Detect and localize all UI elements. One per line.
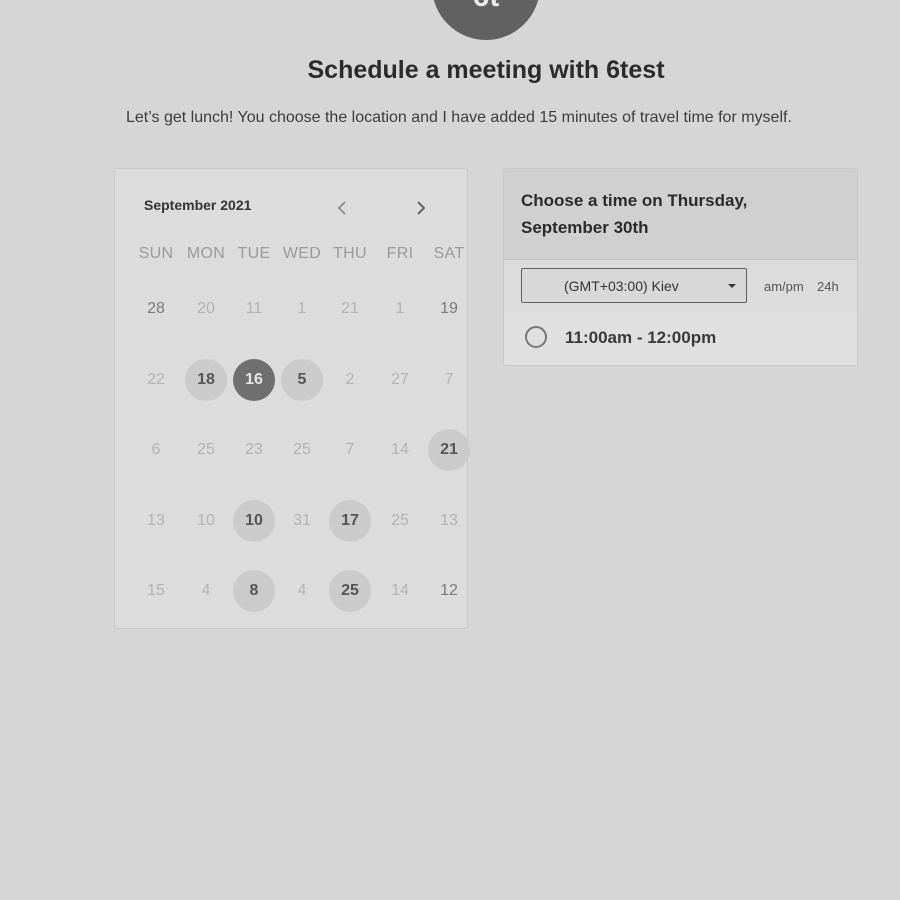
calendar-day[interactable]: 21 [428,429,470,471]
calendar-day: 20 [197,300,215,317]
scheduling-page: 6t Schedule a meeting with 6test Let’s g… [0,0,900,900]
date-picker-calendar: September 2021 SUN MON TUE WED THU FRI SAT 28 2… [114,168,470,629]
time-panel-header: Choose a time on Thursday, September 30t… [504,169,857,260]
calendar-day: 2 [345,371,355,388]
calendar-day: 6 [151,441,161,458]
meeting-description: Let’s get lunch! You choose the location… [126,109,792,126]
weekday-label: SUN [138,245,174,262]
calendar-day: 1 [395,300,405,317]
calendar-day: 19 [440,300,458,317]
calendar-month-label: September 2021 [144,197,252,213]
calendar-day: 15 [147,582,165,599]
page-title: Schedule a meeting with 6test [307,56,665,84]
weekday-header-row: SUN MON TUE WED THU FRI SAT [125,245,465,265]
calendar-day: 25 [391,512,409,529]
format-ampm-toggle[interactable]: am/pm [764,279,804,294]
calendar-day: 22 [147,371,165,388]
calendar-day: 25 [293,441,311,458]
calendar-day: 7 [345,441,355,458]
calendar-day: 31 [293,512,311,529]
calendar-day: 25 [197,441,215,458]
time-slot-label: 11:00am - 12:00pm [565,328,717,347]
calendar-day[interactable]: 17 [329,500,371,542]
calendar-day[interactable]: 5 [281,359,323,401]
next-month-button[interactable] [409,196,433,220]
caret-down-icon [728,284,736,288]
weekday-label: THU [333,245,367,262]
calendar-day[interactable]: 25 [329,570,371,612]
calendar-day: 14 [391,441,409,458]
weekday-label: WED [282,245,322,262]
chevron-right-icon [417,201,426,215]
timezone-select[interactable]: (GMT+03:00) Kiev [521,268,747,303]
calendar-day[interactable]: 10 [233,500,275,542]
chevron-left-icon [337,201,346,215]
weekday-label: SAT [433,245,465,262]
calendar-day[interactable]: 18 [185,359,227,401]
format-24h-toggle[interactable]: 24h [817,279,839,294]
timezone-value: (GMT+03:00) Kiev [564,278,679,294]
host-avatar: 6t [432,0,540,40]
weekday-label: TUE [237,245,271,262]
calendar-day: 7 [444,371,454,388]
calendar-day: 4 [201,582,211,599]
calendar-day[interactable]: 8 [233,570,275,612]
calendar-day: 23 [245,441,263,458]
calendar-day: 11 [245,300,263,317]
calendar-day: 1 [297,300,307,317]
previous-month-button[interactable] [330,196,354,220]
calendar-day: 4 [297,582,307,599]
calendar-day: 13 [440,512,458,529]
calendar-day: 28 [147,300,165,317]
calendar-day-selected[interactable]: 16 [233,359,275,401]
time-selection-panel: Choose a time on Thursday, September 30t… [503,168,858,366]
calendar-day: 13 [147,512,165,529]
calendar-day: 27 [391,371,409,388]
radio-button-icon[interactable] [525,326,547,348]
time-slot-option[interactable]: 11:00am - 12:00pm [504,312,857,365]
avatar-initials: 6t [473,0,500,12]
weekday-label: MON [186,245,226,262]
calendar-day: 21 [341,300,359,317]
calendar-day: 12 [440,582,458,599]
weekday-label: FRI [386,245,414,262]
calendar-day: 10 [197,512,215,529]
calendar-day: 14 [391,582,409,599]
time-panel-heading: Choose a time on Thursday, September 30t… [521,191,748,237]
